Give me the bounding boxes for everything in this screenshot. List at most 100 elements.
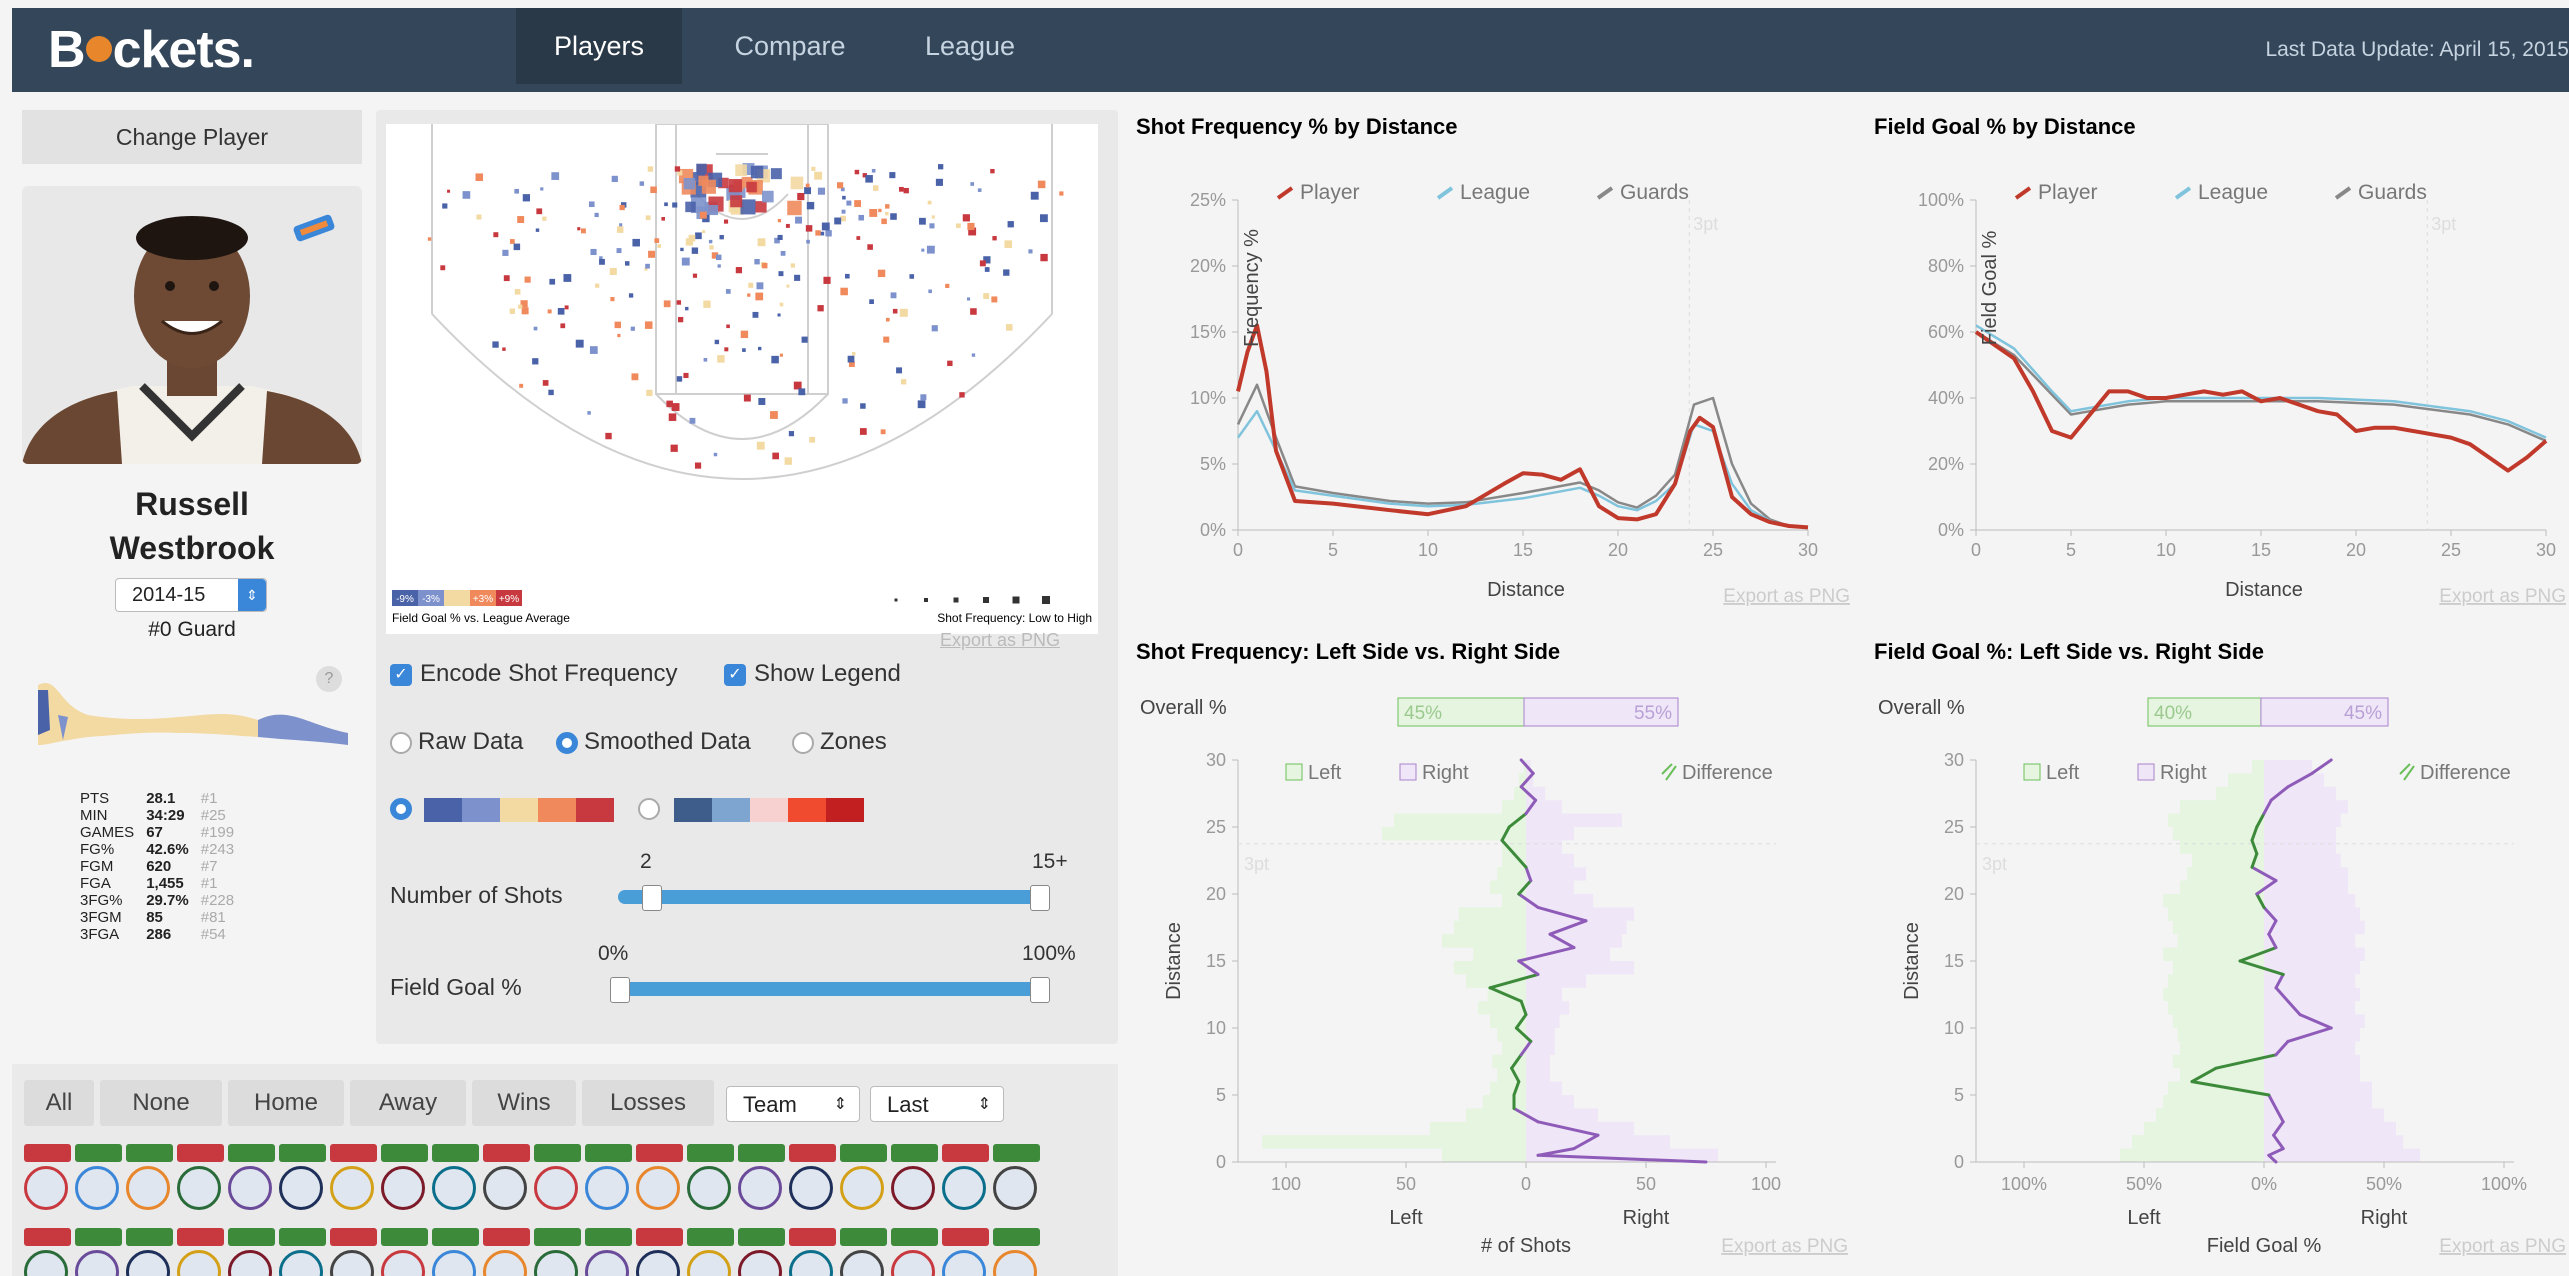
season-trend-sparkline: [38, 682, 348, 745]
shot-chart-court[interactable]: -9% -3% +3% +9% Field Goal % vs. League Ave…: [386, 123, 1098, 634]
number-of-shots-slider[interactable]: [618, 885, 1050, 911]
x-tick-label: 30: [1798, 540, 1818, 560]
game-tile[interactable]: [483, 1228, 530, 1276]
y-tick-label: 10: [1944, 1018, 1964, 1038]
field-goal-slider[interactable]: [610, 977, 1050, 1003]
left-bar: [1442, 934, 1526, 948]
smoothed-data-radio[interactable]: Smoothed Data: [556, 728, 751, 756]
shot-dot: [599, 258, 605, 265]
game-tile[interactable]: [738, 1144, 785, 1220]
shot-dot: [587, 411, 591, 415]
filter-home-button[interactable]: Home: [228, 1080, 344, 1126]
game-tile[interactable]: [381, 1228, 428, 1276]
game-tile[interactable]: [24, 1144, 71, 1220]
shot-dot: [735, 267, 742, 274]
game-tile[interactable]: [942, 1144, 989, 1220]
game-tile[interactable]: [789, 1144, 836, 1220]
team-select-value: Team: [743, 1092, 797, 1117]
chart-legend: Player League Guards: [1276, 181, 1689, 204]
export-png-link[interactable]: Export as PNG: [2439, 586, 2566, 607]
game-tile[interactable]: [891, 1144, 938, 1220]
color-scheme-1-radio[interactable]: [390, 798, 418, 820]
game-tile[interactable]: [942, 1228, 989, 1276]
game-tile[interactable]: [840, 1144, 887, 1220]
filter-wins-button[interactable]: Wins: [472, 1080, 576, 1126]
game-tile[interactable]: [24, 1228, 71, 1276]
tab-compare[interactable]: Compare: [710, 8, 870, 84]
slider-max-handle[interactable]: [1030, 977, 1050, 1003]
win-badge: [75, 1228, 122, 1246]
team-logo-icon: [330, 1166, 374, 1210]
team-logo-icon: [381, 1166, 425, 1210]
game-tile[interactable]: [483, 1144, 530, 1220]
game-tile[interactable]: [177, 1228, 224, 1276]
game-tile[interactable]: [687, 1228, 734, 1276]
game-tile[interactable]: [738, 1228, 785, 1276]
x-tick-label: 15: [2251, 540, 2271, 560]
game-tile[interactable]: [993, 1144, 1040, 1220]
game-tile[interactable]: [432, 1144, 479, 1220]
game-tile[interactable]: [636, 1144, 683, 1220]
game-tile[interactable]: [279, 1228, 326, 1276]
color-scheme-2-radio[interactable]: [638, 798, 666, 820]
game-tile[interactable]: [432, 1228, 479, 1276]
game-tile[interactable]: [534, 1228, 581, 1276]
change-player-button[interactable]: Change Player: [22, 110, 362, 164]
tab-league[interactable]: League: [900, 8, 1040, 84]
loss-badge: [177, 1228, 224, 1246]
slider-min-handle[interactable]: [642, 885, 662, 911]
help-icon[interactable]: ?: [316, 666, 342, 692]
buckets-logo[interactable]: Bckets.: [48, 8, 255, 92]
team-select[interactable]: Team ⇕: [726, 1086, 860, 1122]
game-tile[interactable]: [585, 1144, 632, 1220]
win-badge: [891, 1144, 938, 1162]
filter-losses-button[interactable]: Losses: [582, 1080, 714, 1126]
slider-min-handle[interactable]: [610, 977, 630, 1003]
slider-max-handle[interactable]: [1030, 885, 1050, 911]
raw-data-radio[interactable]: Raw Data: [390, 728, 523, 756]
game-tile[interactable]: [381, 1144, 428, 1220]
team-logo-icon: [228, 1166, 272, 1210]
filter-away-button[interactable]: Away: [350, 1080, 466, 1126]
filter-none-button[interactable]: None: [100, 1080, 222, 1126]
tab-players[interactable]: Players: [516, 8, 682, 84]
court-export-link[interactable]: Export as PNG: [940, 630, 1060, 651]
game-tile[interactable]: [534, 1144, 581, 1220]
shot-dot: [798, 388, 806, 396]
show-legend-checkbox[interactable]: ✓ Show Legend: [724, 660, 901, 688]
game-tile[interactable]: [840, 1228, 887, 1276]
right-bar: [2264, 813, 2341, 827]
game-tile[interactable]: [126, 1144, 173, 1220]
team-logo-icon: [24, 1166, 68, 1210]
game-tile[interactable]: [75, 1228, 122, 1276]
shot-dot: [735, 164, 747, 177]
game-tile[interactable]: [891, 1228, 938, 1276]
game-tile[interactable]: [687, 1144, 734, 1220]
stat-label: GAMES: [80, 824, 135, 841]
zones-radio[interactable]: Zones: [792, 728, 887, 756]
left-bar: [1458, 907, 1526, 921]
three-point-label: 3pt: [2431, 214, 2456, 234]
last-select[interactable]: Last ⇕: [870, 1086, 1004, 1122]
game-tile[interactable]: [636, 1228, 683, 1276]
legend-swatch-player: [2014, 186, 2032, 200]
encode-frequency-checkbox[interactable]: ✓ Encode Shot Frequency: [390, 660, 678, 688]
right-bar: [2264, 1068, 2360, 1082]
filter-all-button[interactable]: All: [24, 1080, 94, 1126]
game-tile[interactable]: [330, 1144, 377, 1220]
game-tile[interactable]: [126, 1228, 173, 1276]
game-tile[interactable]: [75, 1144, 122, 1220]
season-value: 2014-15: [132, 584, 206, 606]
game-tile[interactable]: [177, 1144, 224, 1220]
game-tile[interactable]: [585, 1228, 632, 1276]
export-png-link[interactable]: Export as PNG: [1723, 586, 1850, 607]
game-tile[interactable]: [789, 1228, 836, 1276]
season-select[interactable]: 2014-15 ⇕: [115, 578, 267, 612]
game-tile[interactable]: [279, 1144, 326, 1220]
game-tile[interactable]: [228, 1228, 275, 1276]
y-tick-label: 5%: [1200, 454, 1226, 474]
game-tile[interactable]: [330, 1228, 377, 1276]
legend-right-label: Right: [2160, 762, 2207, 784]
game-tile[interactable]: [228, 1144, 275, 1220]
game-tile[interactable]: [993, 1228, 1040, 1276]
